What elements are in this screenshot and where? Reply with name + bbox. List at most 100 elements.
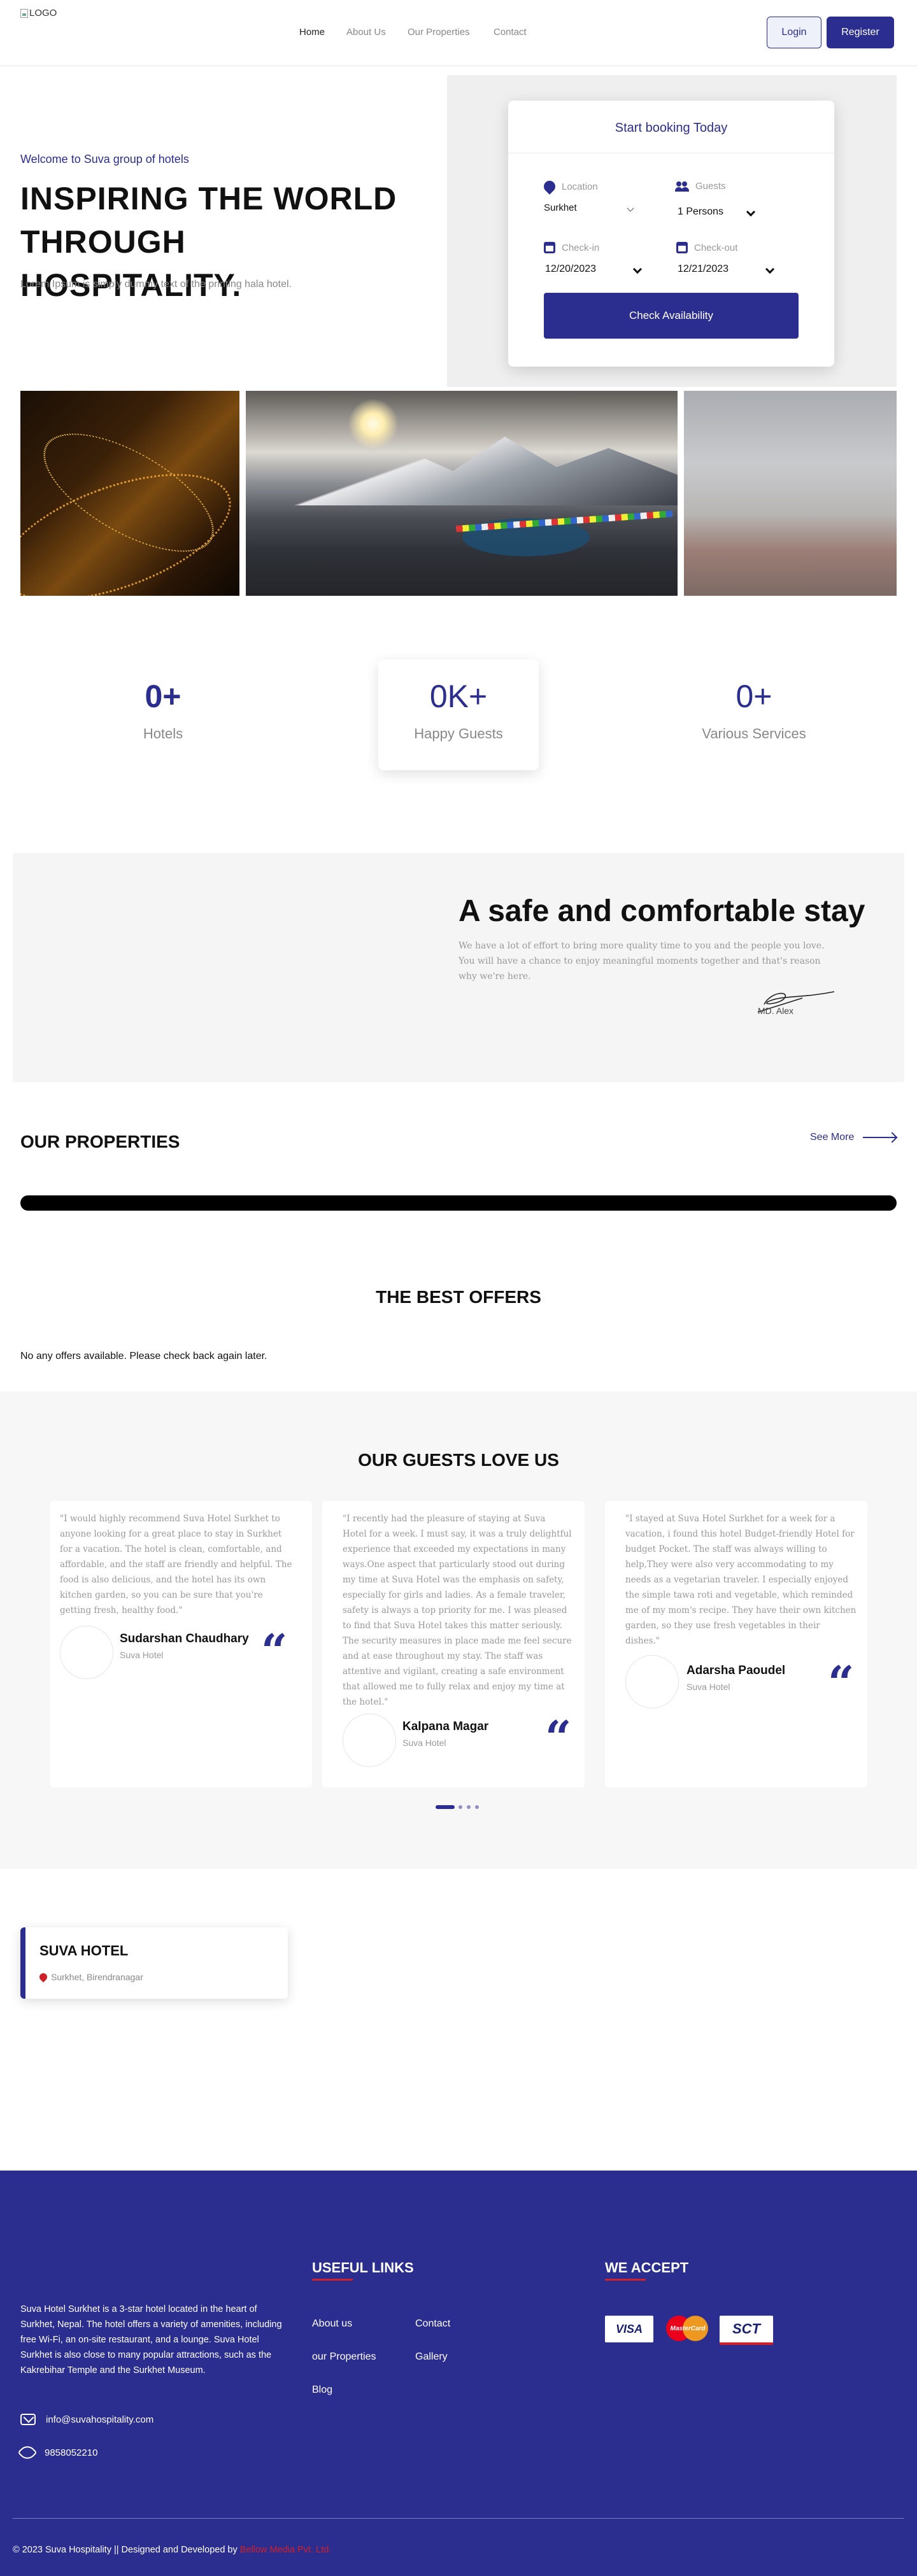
welcome-text: Welcome to Suva group of hotels <box>20 153 189 165</box>
heading-underline <box>312 2279 353 2281</box>
hotel-card[interactable]: SUVA HOTEL Surkhet, Birendranagar <box>20 1927 288 1999</box>
nav-contact[interactable]: Contact <box>494 27 527 38</box>
location-pin-icon <box>541 178 558 195</box>
footer-link-about[interactable]: About us <box>312 2318 352 2330</box>
mastercard-logo: MasterCard <box>662 2312 713 2345</box>
guests-value: 1 Persons <box>678 206 724 217</box>
footer-phone-link[interactable]: 9858052210 <box>17 2442 98 2463</box>
footer-copyright: © 2023 Suva Hospitality || Designed and … <box>13 2545 331 2555</box>
phone-icon <box>17 2442 38 2463</box>
checkin-label: Check-in <box>562 242 600 253</box>
testimonial-hotel: Suva Hotel <box>120 1650 164 1660</box>
footer-link-contact[interactable]: Contact <box>415 2318 450 2330</box>
site-header: LOGO Home About Us Our Properties Contac… <box>0 0 917 66</box>
avatar <box>60 1626 113 1679</box>
stat-hotels-value: 0+ <box>145 679 181 714</box>
checkin-date-input[interactable]: 12/20/2023 <box>545 264 643 275</box>
hotel-name: SUVA HOTEL <box>39 1943 129 1959</box>
checkout-label-wrap: Check-out <box>676 242 737 253</box>
testimonial-card: "I recently had the pleasure of staying … <box>322 1501 585 1787</box>
testimonial-hotel: Suva Hotel <box>686 1682 730 1692</box>
checkout-label: Check-out <box>694 242 738 253</box>
properties-carousel-track[interactable] <box>20 1195 897 1211</box>
stat-hotels-label: Hotels <box>143 726 183 742</box>
stat-guests-value: 0K+ <box>429 679 488 714</box>
checkin-label-wrap: Check-in <box>544 242 599 253</box>
hotel-location-text: Surkhet, Birendranagar <box>51 1972 143 1982</box>
signature-name: MD. Alex <box>758 1006 794 1016</box>
chevron-down-icon <box>632 264 643 274</box>
chevron-down-icon <box>765 264 775 274</box>
properties-title: OUR PROPERTIES <box>20 1132 180 1151</box>
quote-icon: “ <box>828 1656 855 1710</box>
guests-select[interactable]: 1 Persons <box>678 206 756 218</box>
location-select[interactable]: Surkhet <box>544 202 634 213</box>
avatar <box>343 1714 396 1767</box>
carousel-dot[interactable] <box>475 1805 479 1809</box>
footer-phone: 9858052210 <box>45 2447 98 2458</box>
location-label: Location <box>562 181 598 192</box>
testimonial-name: Kalpana Magar <box>402 1720 489 1733</box>
login-button[interactable]: Login <box>767 17 821 48</box>
avatar <box>625 1655 679 1708</box>
checkout-date-input[interactable]: 12/21/2023 <box>678 264 775 275</box>
nav-our-properties[interactable]: Our Properties <box>408 27 470 38</box>
testimonial-quote: "I stayed at Suva Hotel Surkhet for a we… <box>625 1514 857 1646</box>
chevron-down-icon <box>746 207 756 217</box>
sct-card-logo: SCT <box>720 2316 773 2345</box>
safe-stay-text: We have a lot of effort to bring more qu… <box>458 941 825 982</box>
arrow-right-icon <box>863 1137 897 1138</box>
carousel-dot[interactable] <box>467 1805 471 1809</box>
foggy-rooftop-photo <box>684 391 897 596</box>
see-more-label: See More <box>810 1132 855 1143</box>
offers-title: THE BEST OFFERS <box>376 1287 541 1307</box>
envelope-icon <box>20 2414 36 2425</box>
developer-link[interactable]: Bellow Media Pvt. Ltd. <box>240 2545 331 2555</box>
testimonial-quote: "I would highly recommend Suva Hotel Sur… <box>60 1514 292 1615</box>
nav-about-us[interactable]: About Us <box>346 27 386 38</box>
footer-email-link[interactable]: info@suvahospitality.com <box>20 2414 153 2425</box>
safe-stay-section: A safe and comfortable stay We have a lo… <box>13 853 904 1082</box>
stat-guests-label: Happy Guests <box>414 726 503 742</box>
register-button[interactable]: Register <box>827 17 894 48</box>
stat-services-value: 0+ <box>736 679 772 714</box>
hero-subtext: Lorem Ipsum is simply dummy text of the … <box>20 279 292 290</box>
logo-image[interactable]: LOGO <box>20 8 57 18</box>
signature-image <box>757 991 835 1013</box>
chevron-down-icon <box>627 204 634 212</box>
mastercard-label: MasterCard <box>670 2325 706 2332</box>
footer-email: info@suvahospitality.com <box>46 2414 154 2425</box>
testimonial-quote: "I recently had the pleasure of staying … <box>343 1514 572 1707</box>
check-availability-button[interactable]: Check Availability <box>544 293 799 339</box>
logo-alt-text: LOGO <box>29 8 57 18</box>
nav-home[interactable]: Home <box>299 27 325 38</box>
booking-title: Start booking Today <box>615 121 728 135</box>
footer-link-blog[interactable]: Blog <box>312 2384 332 2396</box>
testimonial-hotel: Suva Hotel <box>402 1738 446 1748</box>
carousel-dot-active[interactable] <box>436 1805 455 1809</box>
guests-label: Guests <box>695 181 726 192</box>
see-more-link[interactable]: See More <box>810 1132 897 1143</box>
carousel-dot[interactable] <box>458 1805 462 1809</box>
stat-card-highlight <box>378 659 539 770</box>
heading-underline <box>605 2279 646 2281</box>
testimonial-name: Adarsha Paoudel <box>686 1664 786 1677</box>
visa-card-logo: VISA <box>605 2316 653 2342</box>
mountain-prayer-flags-photo <box>246 391 678 596</box>
offers-empty-message: No any offers available. Please check ba… <box>20 1351 267 1362</box>
broken-image-icon <box>20 8 28 18</box>
copyright-text: © 2023 Suva Hospitality || Designed and … <box>13 2545 238 2555</box>
footer-link-gallery[interactable]: Gallery <box>415 2351 448 2363</box>
testimonial-card: "I would highly recommend Suva Hotel Sur… <box>50 1501 312 1787</box>
location-label-wrap: Location <box>541 178 598 195</box>
safe-stay-title: A safe and comfortable stay <box>458 894 865 928</box>
guests-label-wrap: Guests <box>675 181 726 192</box>
location-value: Surkhet <box>544 202 577 213</box>
guests-section: OUR GUESTS LOVE US "I would highly recom… <box>0 1391 917 1869</box>
useful-links-title: USEFUL LINKS <box>312 2260 414 2276</box>
quote-icon: “ <box>261 1624 288 1678</box>
map-pin-icon <box>38 1971 49 1983</box>
checkout-value: 12/21/2023 <box>678 264 729 274</box>
calendar-icon <box>676 242 688 253</box>
footer-link-properties[interactable]: our Properties <box>312 2351 376 2363</box>
